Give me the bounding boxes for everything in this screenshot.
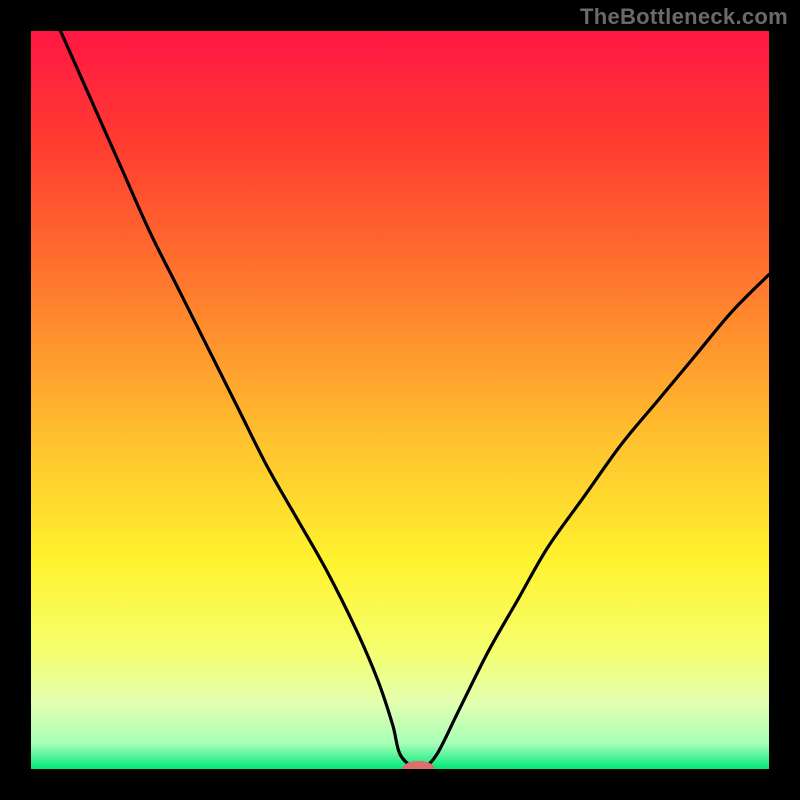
chart-frame: TheBottleneck.com <box>0 0 800 800</box>
attribution-label: TheBottleneck.com <box>580 4 788 30</box>
bottleneck-plot <box>31 31 769 769</box>
